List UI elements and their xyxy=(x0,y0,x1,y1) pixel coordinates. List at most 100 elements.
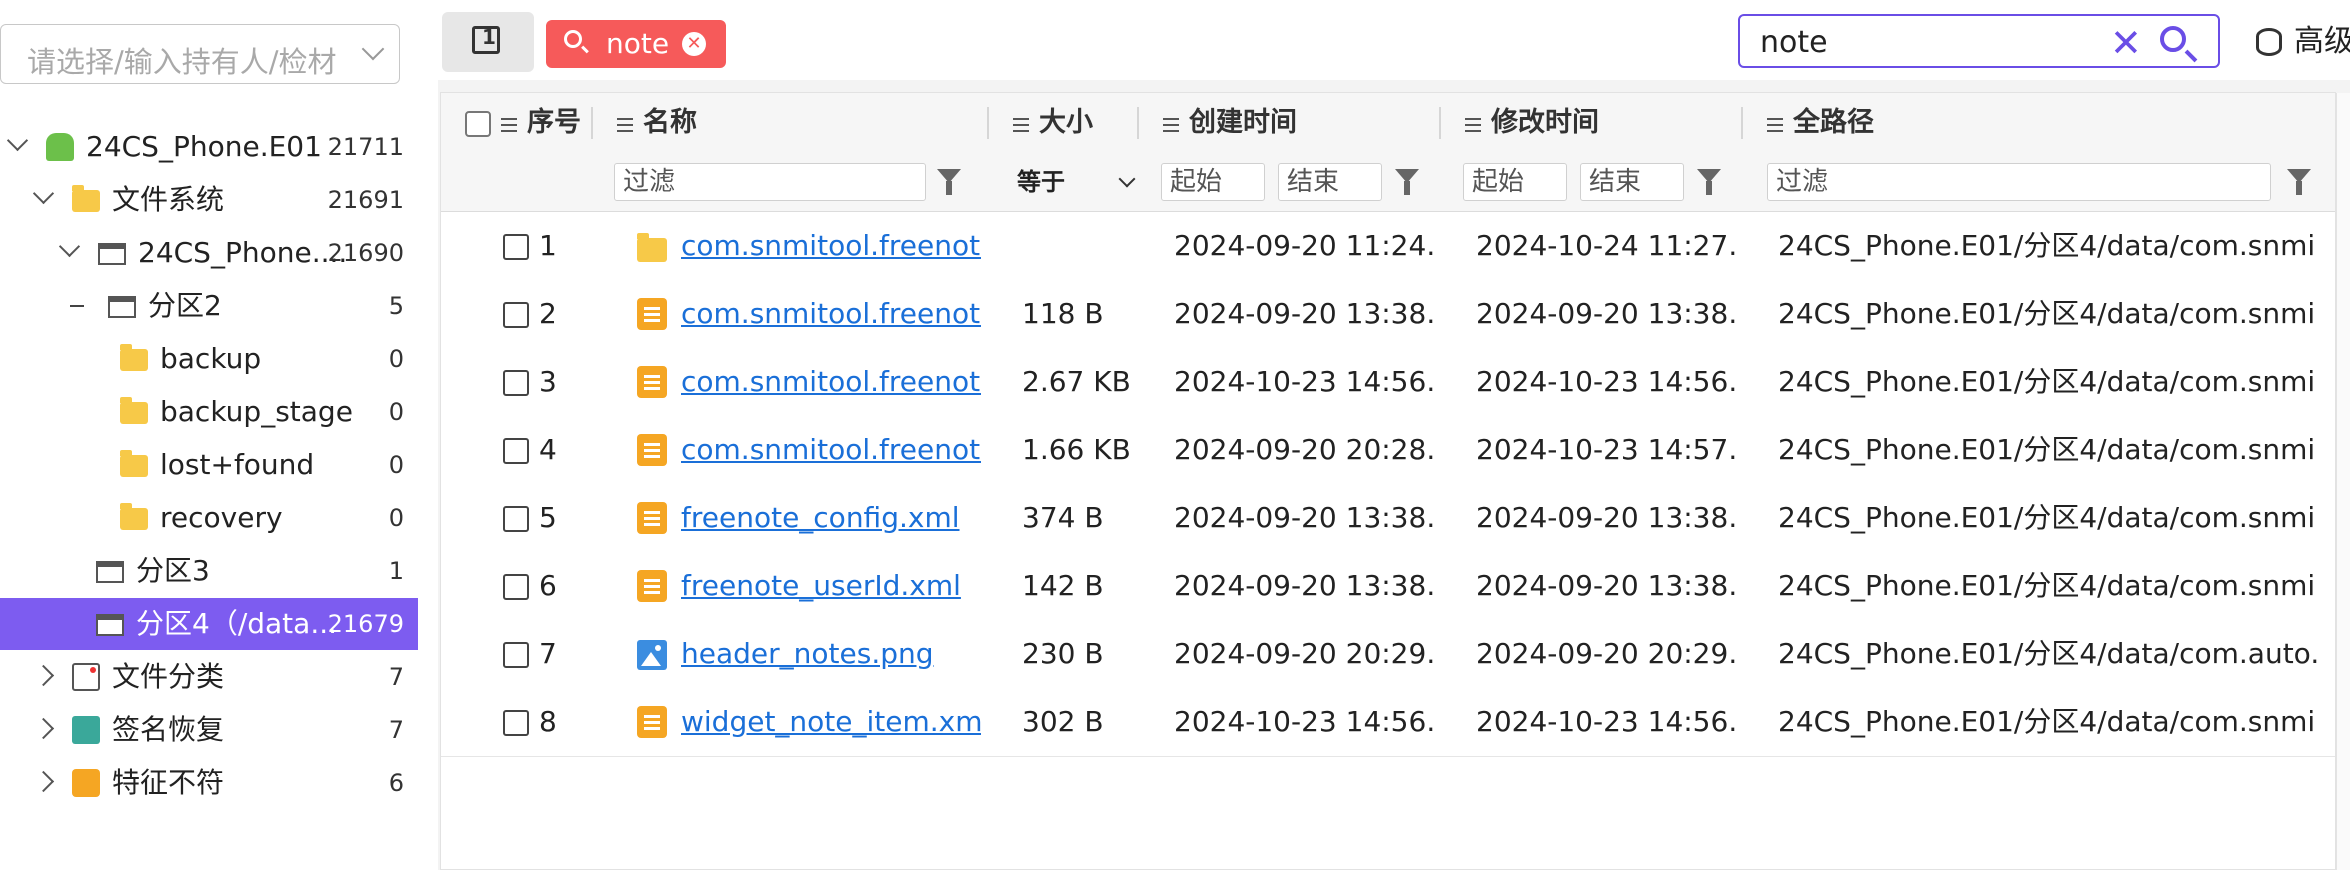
tree-item[interactable]: recovery 0 xyxy=(0,492,418,544)
chevron-right-icon[interactable] xyxy=(32,770,55,793)
chevron-down-icon[interactable] xyxy=(32,182,55,205)
file-name-link[interactable]: freenote_config.xml xyxy=(681,484,981,552)
tree-item-count: 7 xyxy=(388,663,404,691)
column-divider[interactable] xyxy=(1741,107,1743,139)
tree-item[interactable]: backup_stage 0 xyxy=(0,386,418,438)
tree-item-label: 文件系统 xyxy=(112,183,225,216)
tree-item-label: 24CS_Phone.E01 xyxy=(86,130,322,163)
tree-item[interactable]: 分区4（/data... 21679 xyxy=(0,598,418,650)
tree-item[interactable]: 分区2 5 xyxy=(0,280,418,332)
created-time: 2024-10-23 14:56... xyxy=(1174,705,1436,738)
filter-icon[interactable] xyxy=(937,169,961,195)
collapse-icon[interactable] xyxy=(70,305,84,307)
tree-item[interactable]: 分区3 1 xyxy=(0,545,418,597)
column-header-name-label: 名称 xyxy=(643,107,697,138)
modified-start-input[interactable]: 起始 xyxy=(1463,163,1567,201)
tree-item[interactable]: lost+found 0 xyxy=(0,439,418,491)
column-header-modified-label: 修改时间 xyxy=(1491,107,1599,138)
tab-button[interactable]: 1 xyxy=(442,12,534,72)
search-icon[interactable] xyxy=(2160,26,2186,52)
table-row[interactable]: 6 freenote_userId.xml 142 B 2024-09-20 13:3… xyxy=(441,552,2335,621)
file-name-link[interactable]: com.snmitool.freenote.BuglyPrefs.xml xyxy=(681,280,981,348)
file-size: 374 B xyxy=(1022,501,1104,534)
column-divider[interactable] xyxy=(1439,107,1441,139)
table-row[interactable]: 5 freenote_config.xml 374 B 2024-09-20 13:3… xyxy=(441,484,2335,553)
table-row[interactable]: 8 widget_note_item.xml 302 B 2024-10-23 14:… xyxy=(441,688,2335,757)
row-checkbox[interactable] xyxy=(503,710,529,736)
tree-item[interactable]: 24CS_Phone.E01 21711 xyxy=(0,121,418,173)
row-checkbox[interactable] xyxy=(503,574,529,600)
row-checkbox[interactable] xyxy=(503,438,529,464)
file-name-link[interactable]: com.snmitool.freenote xyxy=(681,212,981,280)
search-chip[interactable]: note ✕ xyxy=(546,20,726,68)
column-header-created[interactable]: 创建时间 xyxy=(1163,93,1297,153)
select-all-checkbox[interactable] xyxy=(465,111,491,137)
tree-item[interactable]: backup 0 xyxy=(0,333,418,385)
chevron-right-icon[interactable] xyxy=(32,664,55,687)
row-index: 4 xyxy=(539,433,557,466)
search-icon xyxy=(564,30,582,48)
tree-item[interactable]: 特征不符 6 xyxy=(0,757,418,809)
column-menu-icon xyxy=(1163,118,1179,132)
tab-number-icon: 1 xyxy=(472,25,500,54)
path-filter-input[interactable]: 过滤 xyxy=(1767,163,2271,201)
column-divider[interactable] xyxy=(987,107,989,139)
modified-end-input[interactable]: 结束 xyxy=(1580,163,1684,201)
filter-icon[interactable] xyxy=(2287,169,2311,195)
file-name-link[interactable]: com.snmitool.freenote_preferences.xml xyxy=(681,348,981,416)
chevron-right-icon[interactable] xyxy=(32,717,55,740)
file-size: 302 B xyxy=(1022,705,1104,738)
chevron-down-icon[interactable] xyxy=(361,37,385,61)
table-row[interactable]: 7 header_notes.png 230 B 2024-09-20 20:29..… xyxy=(441,620,2335,689)
row-checkbox[interactable] xyxy=(503,506,529,532)
file-name-link[interactable]: widget_note_item.xml xyxy=(681,688,981,756)
full-path: 24CS_Phone.E01/分区4/data/com.snmi... xyxy=(1778,501,2318,534)
row-index: 3 xyxy=(539,365,557,398)
full-path: 24CS_Phone.E01/分区4/data/com.snmi... xyxy=(1778,433,2318,466)
tree-item-label: 文件分类 xyxy=(112,660,225,693)
vertical-scrollbar[interactable] xyxy=(2336,93,2350,870)
close-icon[interactable]: ✕ xyxy=(682,32,706,56)
clear-icon[interactable]: ✕ xyxy=(2110,24,2142,62)
filter-icon[interactable] xyxy=(1395,169,1419,195)
tree-item-count: 7 xyxy=(388,716,404,744)
filter-icon[interactable] xyxy=(1697,169,1721,195)
column-header-index-label: 序号 xyxy=(527,107,581,138)
chevron-down-icon[interactable] xyxy=(58,235,81,258)
file-name-link[interactable]: freenote_userId.xml xyxy=(681,552,981,620)
tree-item[interactable]: 文件分类 7 xyxy=(0,651,418,703)
chevron-down-icon[interactable] xyxy=(6,129,29,152)
row-checkbox[interactable] xyxy=(503,302,529,328)
column-header-modified[interactable]: 修改时间 xyxy=(1465,93,1599,153)
android-icon xyxy=(46,133,74,161)
column-header-name[interactable]: 名称 xyxy=(617,93,697,153)
name-filter-input[interactable]: 过滤 xyxy=(614,163,926,201)
column-divider[interactable] xyxy=(1137,107,1139,139)
table-row[interactable]: 3 com.snmitool.freenote_preferences.xml 2.… xyxy=(441,348,2335,417)
column-header-path[interactable]: 全路径 xyxy=(1767,93,1874,153)
full-path: 24CS_Phone.E01/分区4/data/com.snmi... xyxy=(1778,569,2318,602)
size-operator-select[interactable]: 等于 xyxy=(1017,163,1136,201)
row-checkbox[interactable] xyxy=(503,642,529,668)
row-checkbox[interactable] xyxy=(503,234,529,260)
row-checkbox[interactable] xyxy=(503,370,529,396)
created-start-input[interactable]: 起始 xyxy=(1161,163,1265,201)
tree-item[interactable]: 24CS_Phone.... 21690 xyxy=(0,227,418,279)
tree-item-label: lost+found xyxy=(160,448,315,481)
table-row[interactable]: 2 com.snmitool.freenote.BuglyPrefs.xml 118… xyxy=(441,280,2335,349)
tree-item[interactable]: 签名恢复 7 xyxy=(0,704,418,756)
table-row[interactable]: 4 com.snmitool.freenote_prefs.xml 1.66 KB 2… xyxy=(441,416,2335,485)
tree-item-count: 0 xyxy=(388,504,404,532)
tree-item-count: 0 xyxy=(388,398,404,426)
table-row[interactable]: 1 com.snmitool.freenote 2024-09-20 11:24..… xyxy=(441,212,2335,281)
owner-select[interactable]: 请选择/输入持有人/检材 xyxy=(0,24,400,84)
column-header-index[interactable]: 序号 xyxy=(501,93,581,153)
search-input[interactable] xyxy=(1758,22,2092,62)
tree-item[interactable]: 文件系统 21691 xyxy=(0,174,418,226)
created-end-input[interactable]: 结束 xyxy=(1278,163,1382,201)
file-name-link[interactable]: header_notes.png xyxy=(681,620,981,688)
file-name-link[interactable]: com.snmitool.freenote_prefs.xml xyxy=(681,416,981,484)
column-header-size[interactable]: 大小 xyxy=(1013,93,1093,153)
created-time: 2024-09-20 13:38... xyxy=(1174,569,1436,602)
column-divider[interactable] xyxy=(591,107,593,139)
